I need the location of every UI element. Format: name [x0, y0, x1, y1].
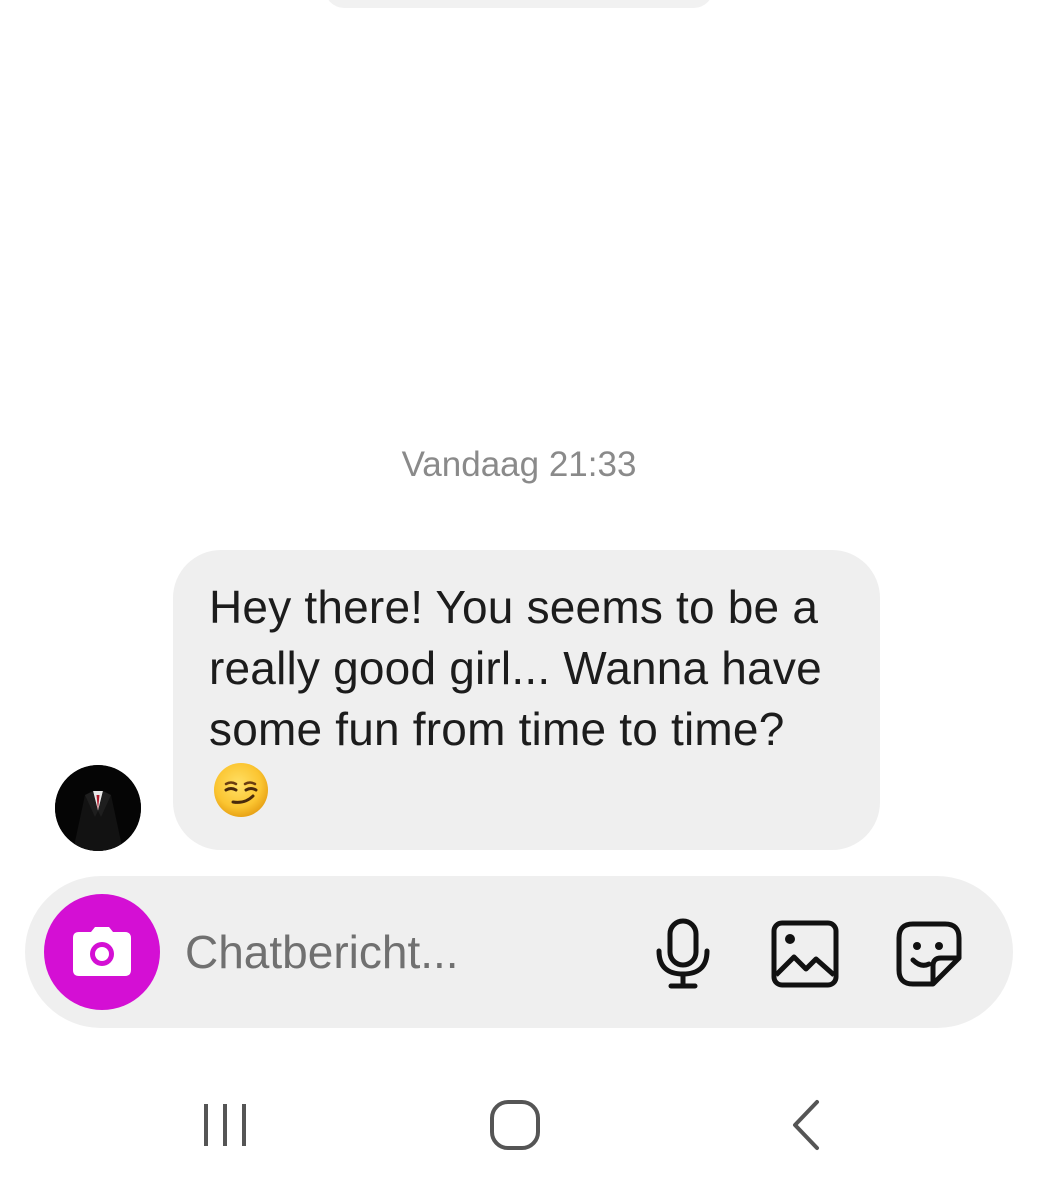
message-text: Hey there! You seems to be a really good… — [209, 577, 850, 821]
message-input[interactable] — [185, 922, 625, 982]
sticker-icon — [896, 921, 962, 987]
message-text-content: Hey there! You seems to be a really good… — [209, 581, 822, 755]
sticker-button[interactable] — [891, 916, 967, 992]
camera-button[interactable] — [44, 894, 160, 1010]
home-icon — [490, 1100, 540, 1150]
message-bubble[interactable]: Hey there! You seems to be a really good… — [173, 550, 880, 850]
system-navigation-bar — [0, 1080, 1038, 1170]
gallery-button[interactable] — [767, 916, 843, 992]
camera-icon — [73, 927, 131, 976]
message-timestamp: Vandaag 21:33 — [401, 445, 637, 484]
chat-screen: Vandaag 21:33 Hey there! You seems to be… — [0, 0, 1038, 1200]
recent-apps-icon — [204, 1104, 246, 1146]
message-composer — [25, 876, 1013, 1028]
smirking-face-icon — [214, 763, 268, 817]
home-button[interactable] — [470, 1080, 560, 1170]
top-overlay-pill — [325, 0, 713, 8]
back-button[interactable] — [762, 1080, 852, 1170]
gallery-icon — [771, 920, 839, 988]
sender-avatar[interactable] — [55, 765, 141, 851]
back-icon — [793, 1100, 819, 1150]
microphone-button[interactable] — [645, 916, 721, 992]
recent-apps-button[interactable] — [180, 1080, 270, 1170]
microphone-icon — [656, 918, 710, 989]
suit-figure-icon — [55, 765, 141, 851]
